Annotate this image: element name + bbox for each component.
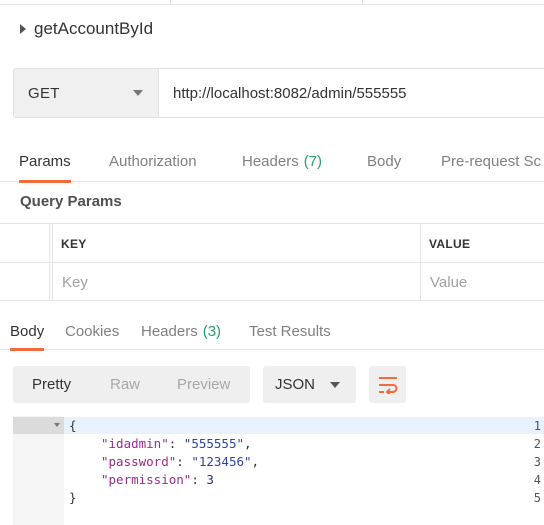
line-number: 2 (533, 437, 541, 451)
tab-params[interactable]: Params (19, 140, 71, 183)
divider (420, 224, 421, 301)
json-sep: : (191, 472, 207, 487)
response-tabs: Body Cookies Headers (3) Test Results (0, 313, 544, 351)
tab-body[interactable]: Body (367, 140, 401, 182)
format-label: JSON (275, 376, 316, 393)
json-value: "123456" (191, 454, 252, 469)
caret-right-icon[interactable] (20, 24, 26, 34)
params-table: KEY VALUE Key Value (0, 223, 544, 301)
line-number: 4 (533, 473, 541, 487)
tab-response-body[interactable]: Body (10, 313, 45, 351)
request-name: getAccountById (34, 19, 154, 38)
tab-label: Test Results (249, 323, 331, 340)
code-line: "password": "123456", (101, 453, 259, 471)
tab-pre-request-script[interactable]: Pre-request Sc (441, 140, 541, 182)
raw-button[interactable]: Raw (110, 366, 140, 403)
wrap-lines-icon (378, 376, 397, 394)
json-end: , (251, 454, 260, 469)
chevron-down-icon (330, 381, 340, 388)
tab-authorization[interactable]: Authorization (109, 140, 197, 182)
tab-label: Cookies (65, 323, 120, 340)
line-number: 5 (533, 491, 541, 505)
request-title[interactable]: getAccountById (18, 17, 153, 41)
tab-label: Body (10, 323, 45, 340)
json-key: "permission" (101, 472, 192, 487)
json-key: "idadmin" (101, 436, 169, 451)
tab-cookies[interactable]: Cookies (65, 313, 119, 350)
divider (52, 224, 53, 301)
url-bar: GET (13, 68, 544, 118)
headers-count: (7) (303, 152, 323, 170)
tab-label: Headers (141, 323, 198, 340)
response-body-editor[interactable]: 1 2 3 4 5 { "idadmin": "555555", "passwo… (13, 416, 544, 525)
tab-test-results[interactable]: Test Results (249, 313, 331, 350)
active-line-highlight (13, 417, 544, 434)
tab-label: Params (19, 152, 71, 170)
preview-button[interactable]: Preview (177, 366, 230, 403)
tab-headers[interactable]: Headers (7) (242, 140, 322, 182)
tab-label: Pre-request Sc (441, 152, 542, 170)
json-value: "555555" (183, 436, 245, 451)
line-number: 1 (533, 419, 541, 433)
line-number: 3 (533, 455, 541, 469)
divider (170, 0, 171, 5)
method-label: GET (28, 84, 60, 102)
top-strip (0, 0, 544, 5)
tab-label: Body (367, 152, 402, 170)
json-sep: : (168, 436, 184, 451)
json-end: , (244, 436, 252, 451)
column-header-key: KEY (61, 237, 87, 251)
query-params-title: Query Params (20, 193, 122, 210)
pretty-button[interactable]: Pretty (32, 366, 71, 403)
code-line: "idadmin": "555555", (101, 435, 252, 453)
code-line: { (69, 418, 77, 433)
key-input[interactable]: Key (62, 274, 88, 291)
fold-arrow-icon[interactable] (54, 423, 60, 427)
tab-response-headers[interactable]: Headers (3) (141, 313, 221, 350)
request-tabs: Params Authorization Headers (7) Body Pr… (0, 140, 544, 183)
view-mode-group: Pretty Raw Preview (13, 366, 250, 403)
value-input[interactable]: Value (430, 274, 467, 291)
wrap-lines-button[interactable] (369, 366, 406, 403)
code-line: "permission": 3 (101, 471, 214, 489)
tab-label: Authorization (109, 152, 197, 170)
headers-count: (3) (202, 323, 222, 340)
divider (362, 0, 363, 5)
code-line: } (69, 490, 77, 505)
json-sep: : (176, 454, 192, 469)
url-input[interactable] (159, 69, 544, 117)
chevron-down-icon (133, 90, 143, 96)
divider (49, 224, 50, 301)
json-key: "password" (101, 454, 177, 469)
method-select[interactable]: GET (14, 69, 159, 117)
json-value: 3 (206, 472, 214, 487)
column-header-value: VALUE (429, 237, 471, 251)
tab-label: Headers (242, 152, 299, 170)
format-select[interactable]: JSON (263, 366, 356, 403)
